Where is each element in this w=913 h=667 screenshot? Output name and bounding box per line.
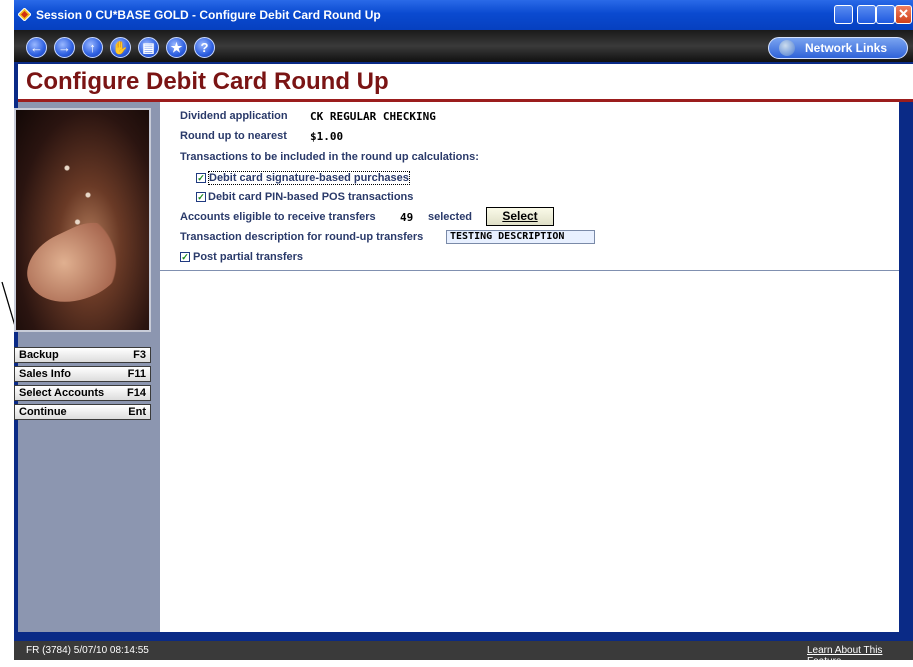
star-icon[interactable]: ★ xyxy=(166,37,187,58)
description-input[interactable]: TESTING DESCRIPTION xyxy=(446,230,595,244)
pin-checkbox[interactable]: ✓ xyxy=(196,192,206,202)
session-info: FR (3784) 5/07/10 08:14:55 xyxy=(26,645,149,656)
signature-label: Debit card signature-based purchases xyxy=(208,171,410,185)
maximize-button[interactable] xyxy=(876,5,895,24)
dividend-application-value: CK REGULAR CHECKING xyxy=(310,110,436,123)
select-button[interactable]: Select xyxy=(486,207,554,226)
title-bar: Session 0 CU*BASE GOLD - Configure Debit… xyxy=(14,0,913,30)
network-links-button[interactable]: Network Links xyxy=(768,37,908,59)
fkey-label: Select Accounts xyxy=(19,387,105,399)
partial-transfers-checkbox[interactable]: ✓ xyxy=(180,252,190,262)
page-header: Configure Debit Card Round Up xyxy=(18,64,913,100)
forward-icon[interactable]: → xyxy=(54,37,75,58)
signature-checkbox[interactable]: ✓ xyxy=(196,173,206,183)
app-logo-icon xyxy=(18,8,31,21)
fkey-label: Sales Info xyxy=(19,368,71,380)
dividend-application-label: Dividend application xyxy=(180,110,288,122)
up-icon[interactable]: ↑ xyxy=(82,37,103,58)
round-up-value: $1.00 xyxy=(310,130,344,143)
function-key-list: Backup F3 Sales Info F11 Select Accounts… xyxy=(14,347,151,423)
partial-transfers-label: Post partial transfers xyxy=(193,251,304,263)
globe-icon xyxy=(779,40,795,56)
sidebar-photo xyxy=(14,108,151,332)
continue-button[interactable]: Continue Ent xyxy=(14,404,151,420)
round-up-label: Round up to nearest xyxy=(180,130,287,142)
hand-icon[interactable]: ✋ xyxy=(110,37,131,58)
description-label: Transaction description for round-up tra… xyxy=(180,231,424,243)
backup-button[interactable]: Backup F3 xyxy=(14,347,151,363)
accounts-eligible-label: Accounts eligible to receive transfers xyxy=(180,211,376,223)
accounts-selected-label: selected xyxy=(428,211,473,223)
learn-about-link[interactable]: Learn About This Feature xyxy=(807,645,913,667)
page-title: Configure Debit Card Round Up xyxy=(26,68,389,95)
minimize-button[interactable] xyxy=(857,5,876,24)
hand-image xyxy=(15,212,137,318)
fkey-shortcut: F14 xyxy=(127,387,146,399)
window-title: Session 0 CU*BASE GOLD - Configure Debit… xyxy=(36,8,381,22)
fkey-shortcut: Ent xyxy=(128,406,146,418)
network-links-label: Network Links xyxy=(805,41,888,55)
fkey-shortcut: F3 xyxy=(133,349,146,361)
close-button[interactable] xyxy=(895,5,912,24)
fkey-label: Continue xyxy=(19,406,67,418)
fkey-label: Backup xyxy=(19,349,59,361)
help-icon[interactable]: ? xyxy=(194,37,215,58)
close-icon xyxy=(899,9,908,18)
sales-info-button[interactable]: Sales Info F11 xyxy=(14,366,151,382)
pin-label: Debit card PIN-based POS transactions xyxy=(208,191,414,203)
print-icon[interactable]: ▤ xyxy=(138,37,159,58)
back-icon[interactable]: ← xyxy=(26,37,47,58)
fkey-shortcut: F11 xyxy=(127,368,146,380)
transactions-heading: Transactions to be included in the round… xyxy=(180,151,479,163)
status-bar: FR (3784) 5/07/10 08:14:55 Learn About T… xyxy=(14,641,913,667)
restore-icon[interactable] xyxy=(834,5,853,24)
content-divider xyxy=(160,270,899,271)
accounts-count: 49 xyxy=(400,211,414,224)
select-accounts-button[interactable]: Select Accounts F14 xyxy=(14,385,151,401)
